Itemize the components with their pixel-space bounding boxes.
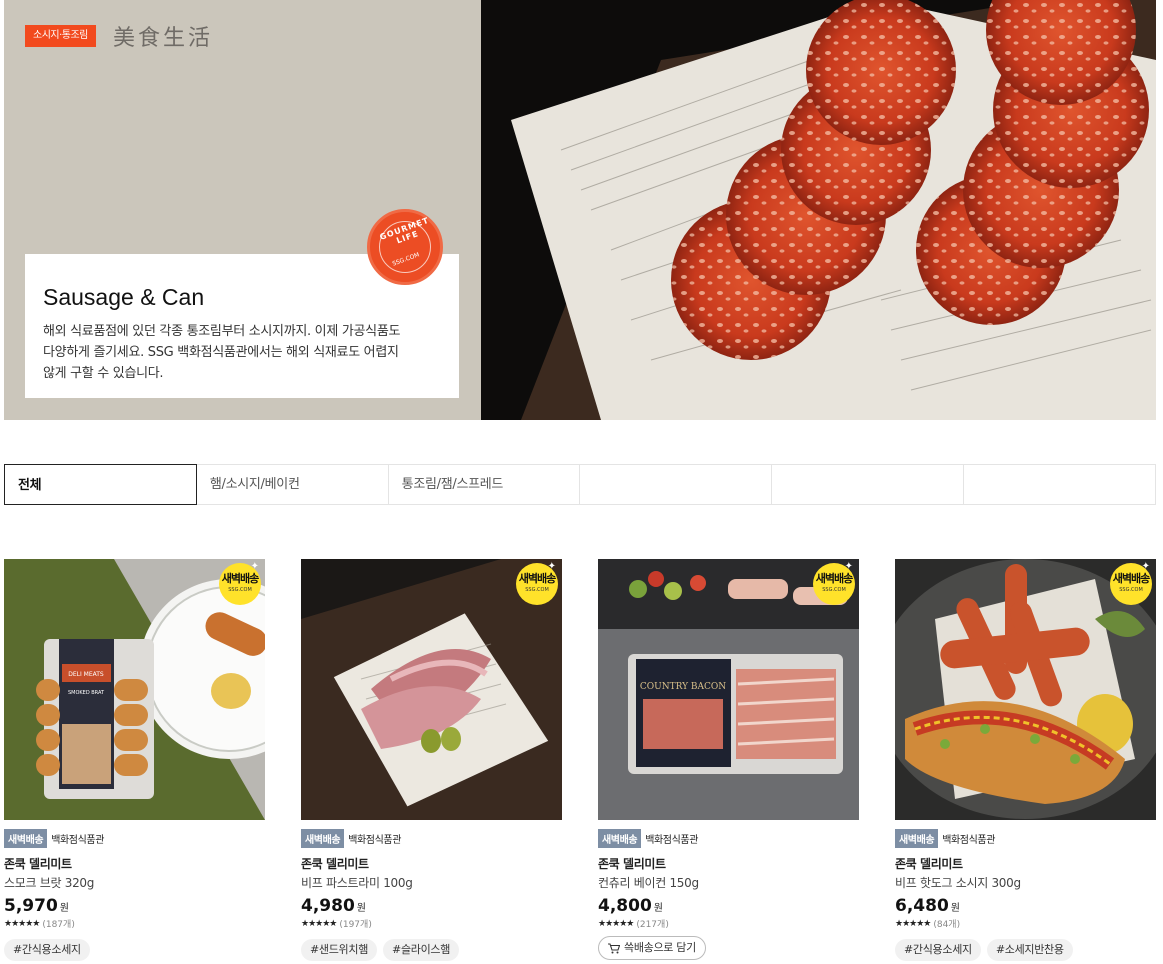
store-label: 백화점식품관 [645, 835, 699, 846]
product-price: 6,480 원 [895, 896, 960, 916]
review-count: (187개) [42, 920, 75, 930]
dawn-delivery-badge: ✦ 새벽배송 SSG.COM [1110, 561, 1152, 605]
hashtag[interactable]: #소세지반찬용 [986, 939, 1073, 961]
delivery-label: 새벽배송 [598, 829, 642, 848]
product-rating: ★★★★★ (197개) [301, 917, 562, 931]
tab-empty-4 [580, 465, 773, 504]
product-rating: ★★★★★ (84개) [895, 917, 1156, 931]
product-rating: ★★★★★ (187개) [4, 917, 265, 931]
product-meta: 새벽배송 백화점식품관 [301, 829, 562, 848]
product-meta: 새벽배송 백화점식품관 [895, 829, 1156, 848]
star-rating-icon: ★★★★★ [301, 918, 337, 929]
product-card[interactable]: ✦ 새벽배송 SSG.COM 새벽배송 백화점식품관 존쿡 델리미트 비프 핫도… [895, 559, 1156, 961]
store-label: 백화점식품관 [942, 835, 996, 846]
product-rating: ★★★★★ (217개) [598, 917, 859, 931]
svg-text:DELI MEATS: DELI MEATS [68, 671, 104, 678]
svg-text:SMOKED BRAT: SMOKED BRAT [68, 690, 105, 696]
dawn-delivery-badge: ✦ 새벽배송 SSG.COM [813, 561, 855, 605]
product-image[interactable]: ✦ 새벽배송 SSG.COM [895, 559, 1156, 820]
hero-description: 해외 식료품점에 있던 각종 통조림부터 소시지까지. 이제 가공식품도 다양하… [43, 324, 401, 381]
product-card[interactable]: ✦ 새벽배송 SSG.COM 새벽배송 백화점식품관 존쿡 델리미트 비프 파스… [301, 559, 562, 961]
review-count: (217개) [636, 920, 669, 930]
tab-ham-sausage-bacon[interactable]: 햄/소시지/베이컨 [197, 465, 389, 504]
gourmet-life-seal: GOURMET LIFE SSG.COM [367, 209, 443, 285]
delivery-label: 새벽배송 [895, 829, 939, 848]
delivery-label: 새벽배송 [301, 829, 345, 848]
product-actions: 쓱배송으로 담기 [598, 936, 859, 960]
product-price: 5,970 원 [4, 896, 69, 916]
product-name[interactable]: 컨츄리 베이컨 150g [598, 874, 859, 891]
product-brand[interactable]: 존쿡 델리미트 [4, 855, 265, 872]
hashtag[interactable]: #간식용소세지 [4, 939, 90, 961]
product-tags: #간식용소세지 [4, 939, 265, 961]
product-image[interactable]: COUNTRY BACON ✦ 새벽배송 SSG.COM [598, 559, 859, 820]
product-image[interactable]: ✦ 새벽배송 SSG.COM [301, 559, 562, 820]
cart-icon [608, 942, 620, 953]
hashtag[interactable]: #간식용소세지 [895, 939, 981, 961]
star-rating-icon: ★★★★★ [4, 918, 40, 929]
product-card[interactable]: COUNTRY BACON ✦ 새벽배송 SSG.COM 새벽배송 백화점식품관… [598, 559, 859, 960]
product-name[interactable]: 비프 파스트라미 100g [301, 874, 562, 891]
hero-title: Sausage & Can [43, 284, 205, 310]
store-label: 백화점식품관 [51, 835, 105, 846]
tab-empty-5 [772, 465, 965, 504]
dawn-delivery-badge: ✦ 새벽배송 SSG.COM [219, 561, 261, 605]
hero-banner: 소시지·통조림 美食生活 Sausage & Can 해외 식료품점에 있던 각… [4, 0, 1156, 420]
add-to-cart-button[interactable]: 쓱배송으로 담기 [598, 936, 706, 960]
product-brand[interactable]: 존쿡 델리미트 [895, 855, 1156, 872]
product-price: 4,800 원 [598, 896, 663, 916]
product-meta: 새벽배송 백화점식품관 [598, 829, 859, 848]
product-brand[interactable]: 존쿡 델리미트 [301, 855, 562, 872]
tab-all[interactable]: 전체 [4, 464, 197, 505]
hashtag[interactable]: #샌드위치햄 [301, 939, 378, 961]
product-brand[interactable]: 존쿡 델리미트 [598, 855, 859, 872]
star-rating-icon: ★★★★★ [598, 918, 634, 929]
hero-text-panel: 소시지·통조림 美食生活 Sausage & Can 해외 식료품점에 있던 각… [4, 0, 481, 420]
svg-text:COUNTRY BACON: COUNTRY BACON [640, 682, 726, 692]
category-tabs: 전체 햄/소시지/베이컨 통조림/잼/스프레드 [4, 464, 1156, 505]
product-price: 4,980 원 [301, 896, 366, 916]
hero-brand-title: 美食生活 [113, 26, 214, 51]
product-name[interactable]: 스모크 브랏 320g [4, 874, 265, 891]
hero-category-tag: 소시지·통조림 [25, 25, 96, 47]
product-meta: 새벽배송 백화점식품관 [4, 829, 265, 848]
product-card[interactable]: DELI MEATS SMOKED BRAT ✦ 새벽배송 SSG.COM 새벽… [4, 559, 265, 961]
tab-empty-6 [964, 465, 1155, 504]
product-name[interactable]: 비프 핫도그 소시지 300g [895, 874, 1156, 891]
product-tags: #간식용소세지 #소세지반찬용 [895, 939, 1156, 961]
tab-can-jam-spread[interactable]: 통조림/잼/스프레드 [389, 465, 581, 504]
product-tags: #샌드위치햄 #슬라이스햄 [301, 939, 562, 961]
store-label: 백화점식품관 [348, 835, 402, 846]
product-image[interactable]: DELI MEATS SMOKED BRAT ✦ 새벽배송 SSG.COM [4, 559, 265, 820]
delivery-label: 새벽배송 [4, 829, 48, 848]
review-count: (84개) [933, 920, 961, 930]
star-rating-icon: ★★★★★ [895, 918, 931, 929]
dawn-delivery-badge: ✦ 새벽배송 SSG.COM [516, 561, 558, 605]
hero-image-chorizo [481, 0, 1156, 420]
hashtag[interactable]: #슬라이스햄 [383, 939, 460, 961]
review-count: (197개) [339, 920, 372, 930]
